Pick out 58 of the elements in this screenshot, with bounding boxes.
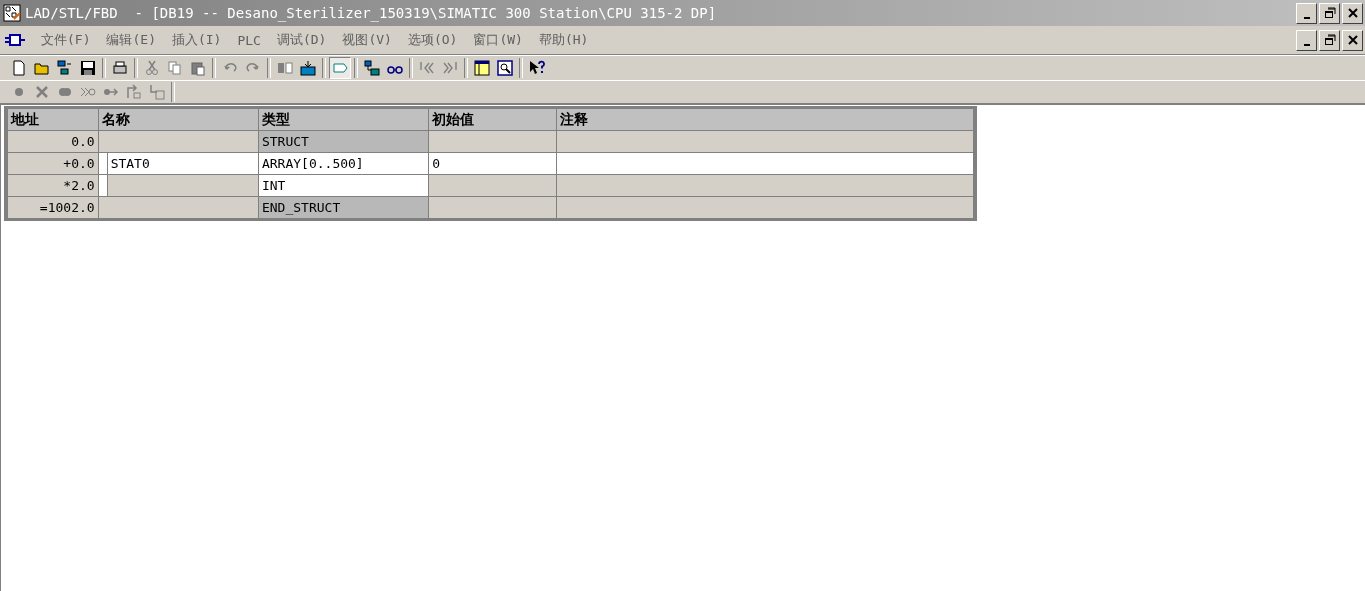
column-header: 注释 [556,109,973,130]
column-header: 初始值 [429,109,556,130]
close-button[interactable] [1342,29,1363,51]
new-file-icon [11,60,27,76]
menu-item[interactable]: 文件(F) [33,31,99,49]
table-cell: STAT0 [107,153,258,174]
close-icon [1346,34,1359,46]
table-cell: END_STRUCT [258,197,429,218]
minimize-button[interactable] [1296,29,1317,51]
zoom-window-icon [497,60,513,76]
menu-item[interactable]: 选项(O) [399,31,466,49]
close-icon [1346,7,1359,19]
table-cell: +0.0 [8,153,98,174]
open-branch-icon [126,84,142,100]
table-cell: ARRAY[0..500] [258,153,429,174]
cut-icon [144,60,160,76]
menu-item[interactable]: 窗口(W) [465,31,531,49]
panel-icon [474,60,490,76]
minimize-icon [1303,16,1310,19]
minimize-button[interactable] [1296,2,1317,24]
column-header: 类型 [259,109,429,130]
help-pointer-icon [529,60,545,76]
open-folder-icon [34,60,50,76]
restore-icon [1323,7,1336,19]
table-cell: INT [258,175,429,196]
table-cell: =1002.0 [8,197,98,218]
table-cell: *2.0 [8,175,98,196]
window-title: LAD/STL/FBD - [DB19 -- Desano_Sterilizer_150319\SIMATIC 300 Station\CPU 315-2 DP] [25,5,717,21]
app-icon [3,4,21,22]
previous-error-icon [419,60,435,76]
next-error-icon [442,60,458,76]
copy-icon [167,60,183,76]
restore-icon [1323,34,1336,46]
column-header: 名称 [98,109,258,130]
menu-item[interactable]: 帮助(H) [530,31,597,49]
column-header: 地址 [8,109,98,130]
table-cell: STRUCT [258,131,429,152]
table-cell: 0 [429,153,556,174]
network-view-icon [364,60,380,76]
menu-item[interactable]: PLC [229,32,269,48]
restore-button[interactable] [1319,29,1340,51]
minimize-icon [1303,43,1310,46]
network-view-button[interactable] [361,57,383,79]
cross-icon [34,84,50,100]
menu-item[interactable]: 编辑(E) [98,31,164,49]
panel-button[interactable] [471,57,493,79]
restore-button[interactable] [1319,2,1340,24]
menu-item[interactable]: 插入(I) [163,31,230,49]
save-icon [80,60,96,76]
download-icon [300,60,316,76]
menu-item[interactable]: 视图(V) [334,31,400,49]
table-cell: 0.0 [8,131,98,152]
print-icon [112,60,128,76]
zoom-window-button[interactable] [494,57,516,79]
close-button[interactable] [1342,2,1363,24]
menu-item[interactable]: 调试(D) [268,31,335,49]
close-branch-icon [149,84,165,100]
paste-icon [190,60,206,76]
